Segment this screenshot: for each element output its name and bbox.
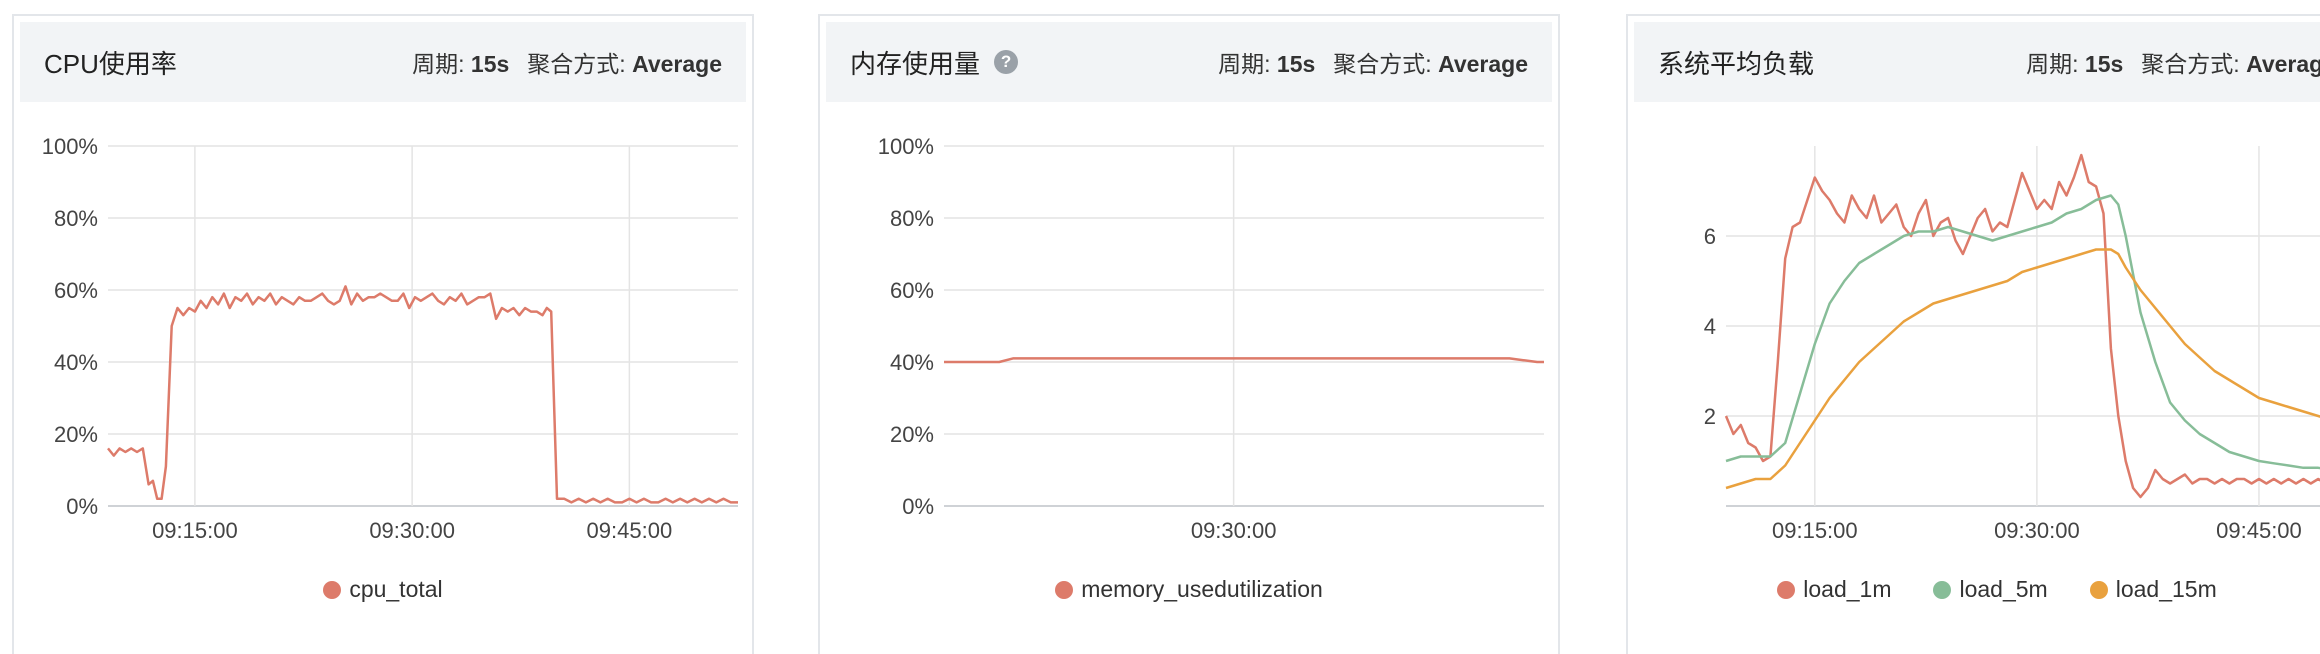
legend-dot-icon [323,580,342,599]
y-tick-label: 100% [878,134,934,159]
y-tick-label: 0% [66,494,98,519]
chart-svg: 0% 20% 40% 60% 80% 100% 09:30:00 [878,134,1544,543]
x-tick-label: 09:15:00 [1772,518,1858,543]
memory-usage-panel: 内存使用量 ? 周期: 15s 聚合方式: Average 0% 20% 40% 60%… [818,14,1560,654]
y-tick-label: 80% [890,206,934,231]
y-tick-label: 80% [54,206,98,231]
y-tick-label: 60% [54,278,98,303]
series-line-cpu_total[interactable] [107,285,738,504]
legend-item-load_1m[interactable]: load_1m [1777,576,1891,603]
legend-label: load_5m [1959,576,2048,602]
legend-label: load_1m [1803,576,1892,602]
chart-svg: 0% 20% 40% 60% 80% 100% 09:15:00 09:30:00 09:45:… [42,134,738,543]
x-tick-label: 09:30:00 [369,518,455,543]
y-tick-label: 40% [890,350,934,375]
legend-item-load_5m[interactable]: load_5m [1933,576,2048,603]
y-tick-label: 4 [1704,314,1716,339]
legend-dot-icon [1933,580,1952,599]
x-tick-label: 09:30:00 [1191,518,1277,543]
legend-item-cpu_total[interactable]: cpu_total [323,576,443,603]
x-tick-label: 09:45:00 [2216,518,2302,543]
legend-item-memory_usedutilization[interactable]: memory_usedutilization [1055,576,1323,603]
y-tick-label: 20% [54,422,98,447]
y-tick-label: 0% [902,494,934,519]
x-tick-label: 09:30:00 [1994,518,2080,543]
y-tick-label: 40% [54,350,98,375]
legend: load_1m load_5m load_15m [1628,576,2320,603]
legend: memory_usedutilization [820,576,1558,603]
legend-dot-icon [1777,580,1796,599]
legend: cpu_total [14,576,752,603]
y-tick-label: 20% [890,422,934,447]
cpu-usage-panel: CPU使用率 周期: 15s 聚合方式: Average 0% 20% 40% 60% 8… [12,14,754,654]
x-tick-label: 09:15:00 [152,518,238,543]
legend-label: memory_usedutilization [1081,576,1323,602]
x-tick-label: 09:45:00 [587,518,673,543]
legend-label: load_15m [2115,576,2217,602]
legend-label: cpu_total [349,576,443,602]
system-load-panel: 系统平均负载 周期: 15s聚合方式: Average 24609:15:000… [1626,14,2320,654]
y-tick-label: 100% [42,134,98,159]
legend-item-load_15m[interactable]: load_15m [2089,576,2217,603]
y-tick-label: 6 [1704,224,1716,249]
legend-dot-icon [1055,580,1074,599]
legend-dot-icon [2089,580,2108,599]
y-tick-label: 2 [1704,404,1716,429]
y-tick-label: 60% [890,278,934,303]
chart-svg: 2 4 6 09:15:00 09:30:00 09:45:00 [1704,146,2320,543]
